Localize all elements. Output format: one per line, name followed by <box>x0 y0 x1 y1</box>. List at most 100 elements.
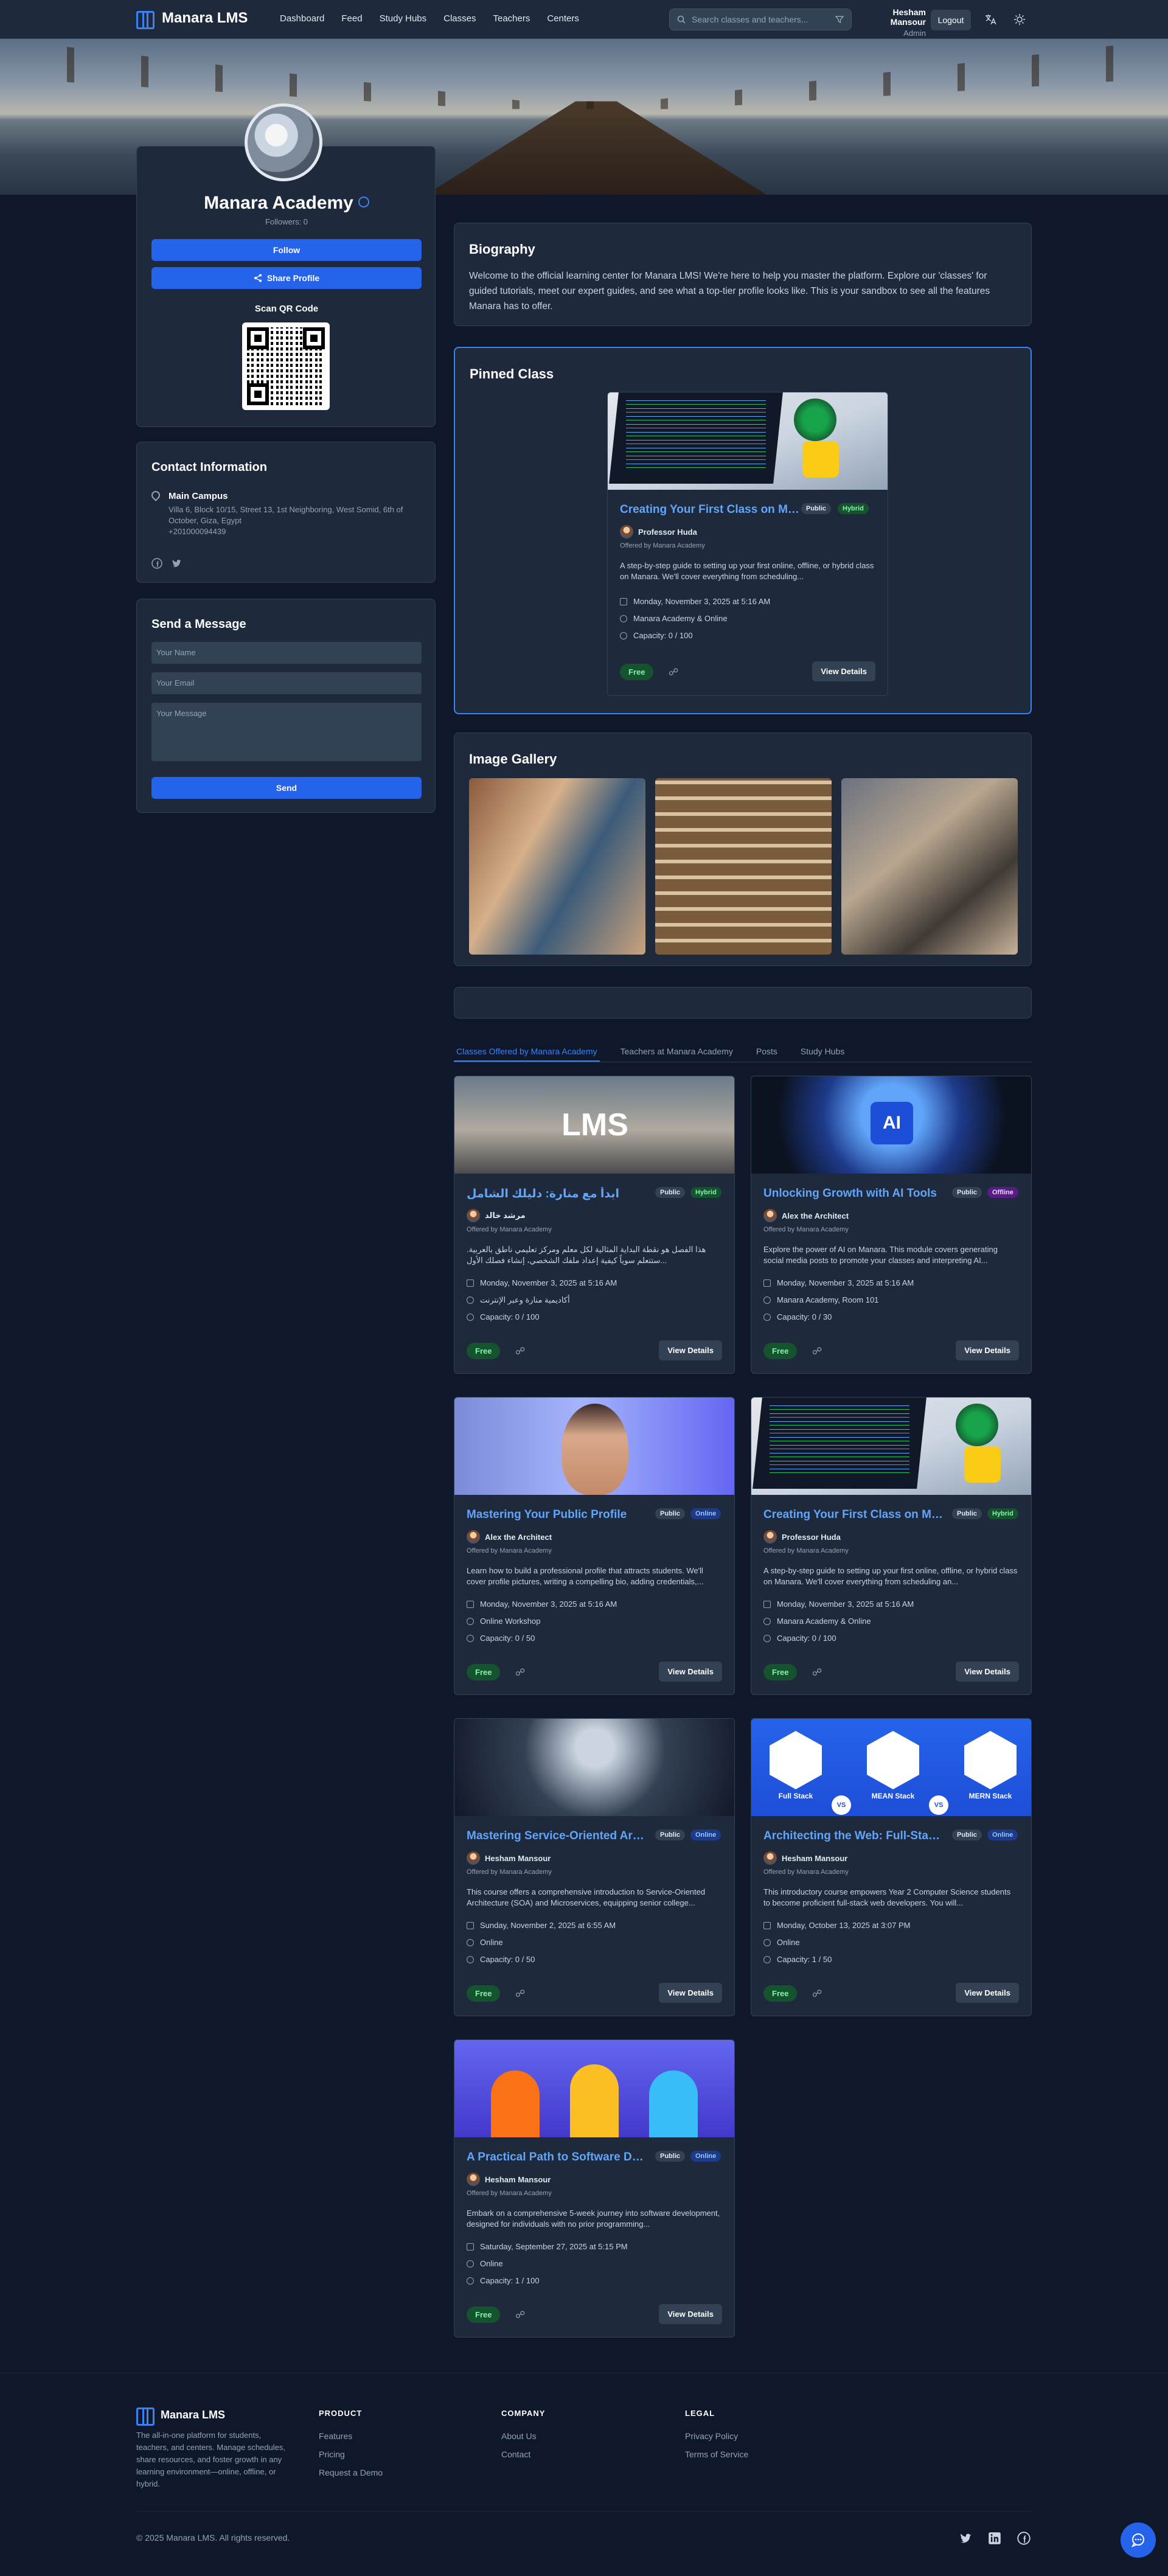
search-input[interactable]: Search classes and teachers... <box>669 9 852 30</box>
class-title[interactable]: Creating Your First Class on Manara <box>620 503 802 517</box>
tab-classes[interactable]: Classes Offered by Manara Academy <box>454 1040 600 1062</box>
email-field[interactable]: Your Email <box>151 672 422 694</box>
view-details-button[interactable]: View Details <box>659 1983 722 2003</box>
class-title[interactable]: ابدأ مع منارة: دليلك الشامل <box>467 1187 649 1201</box>
class-title[interactable]: Mastering Service-Oriented Architecture <box>467 1829 649 1843</box>
footer-company: COMPANY About Us Contact <box>501 2409 545 2468</box>
facebook-icon[interactable] <box>1017 2532 1031 2545</box>
message-field[interactable]: Your Message <box>151 703 422 761</box>
teacher-link[interactable]: Hesham Mansour <box>763 1851 847 1865</box>
send-button[interactable]: Send <box>151 777 422 799</box>
class-card[interactable]: Mastering Your Public Profile Public Onlin… <box>454 1397 735 1695</box>
class-date: Monday, October 13, 2025 at 3:07 PM <box>763 1921 910 1930</box>
class-date: Monday, November 3, 2025 at 5:16 AM <box>467 1278 617 1287</box>
facebook-icon[interactable] <box>151 558 162 569</box>
share-profile-button[interactable]: Share Profile <box>151 267 422 289</box>
offered-by: Offered by Manara Academy <box>763 1547 849 1554</box>
teacher-link[interactable]: Hesham Mansour <box>467 2173 551 2186</box>
class-card[interactable]: Mastering Service-Oriented Architecture P… <box>454 1718 735 2016</box>
twitter-icon[interactable] <box>171 558 182 569</box>
gallery-image[interactable] <box>469 778 645 955</box>
footer-link[interactable]: Request a Demo <box>319 2468 383 2477</box>
footer-link[interactable]: Contact <box>501 2449 545 2459</box>
calendar-icon <box>467 1921 474 1929</box>
view-details-button[interactable]: View Details <box>659 2304 722 2324</box>
nav-link-centers[interactable]: Centers <box>547 13 579 24</box>
share-icon[interactable]: ☍ <box>812 1988 822 2000</box>
nav-link-dashboard[interactable]: Dashboard <box>280 13 324 24</box>
tab-posts[interactable]: Posts <box>754 1040 780 1062</box>
user-menu[interactable]: Hesham Mansour Admin <box>858 7 926 38</box>
teacher-link[interactable]: Professor Huda <box>763 1530 841 1544</box>
view-details-button[interactable]: View Details <box>659 1662 722 1682</box>
tab-teachers[interactable]: Teachers at Manara Academy <box>618 1040 735 1062</box>
sun-icon[interactable] <box>1012 12 1027 27</box>
class-card[interactable]: LMS ابدأ مع منارة: دليلك الشامل Public Hybr… <box>454 1076 735 1374</box>
location-address: Villa 6, Block 10/15, Street 13, 1st Nei… <box>169 504 424 537</box>
teacher-link[interactable]: Alex the Architect <box>763 1209 849 1222</box>
twitter-icon[interactable] <box>959 2532 972 2545</box>
share-icon[interactable]: ☍ <box>812 1345 822 1357</box>
view-details-button[interactable]: View Details <box>956 1662 1019 1682</box>
filter-icon[interactable] <box>835 15 844 24</box>
view-details-button[interactable]: View Details <box>659 1340 722 1360</box>
nav-link-study-hubs[interactable]: Study Hubs <box>380 13 427 24</box>
address-text: Villa 6, Block 10/15, Street 13, 1st Nei… <box>169 505 403 525</box>
class-capacity: Capacity: 0 / 100 <box>620 631 693 640</box>
teacher-link[interactable]: Professor Huda <box>620 525 697 538</box>
brand-logo[interactable]: Manara LMS <box>136 10 248 29</box>
class-title[interactable]: Creating Your First Class on Manara <box>763 1508 946 1522</box>
class-title[interactable]: Mastering Your Public Profile <box>467 1508 649 1522</box>
class-capacity-text: Capacity: 0 / 100 <box>480 1312 540 1321</box>
class-card[interactable]: Creating Your First Class on Manara Publ… <box>607 392 888 696</box>
calendar-icon <box>467 2243 474 2251</box>
gallery-image[interactable] <box>655 778 832 955</box>
nav-link-teachers[interactable]: Teachers <box>493 13 530 24</box>
linkedin-icon[interactable] <box>988 2532 1001 2545</box>
class-image <box>454 1398 734 1495</box>
share-icon[interactable]: ☍ <box>515 1666 525 1679</box>
class-card[interactable]: A Practical Path to Software Development… <box>454 2039 735 2338</box>
contact-title: Contact Information <box>151 461 267 474</box>
class-card[interactable]: Full Stack MEAN Stack MERN Stack VS VS Archit… <box>751 1718 1032 2016</box>
footer-link[interactable]: Privacy Policy <box>685 2431 748 2441</box>
footer-link[interactable]: Features <box>319 2431 383 2441</box>
footer-link[interactable]: About Us <box>501 2431 545 2441</box>
class-description: This course offers a comprehensive intro… <box>467 1887 706 1907</box>
message-title: Send a Message <box>151 618 246 631</box>
share-icon[interactable]: ☍ <box>669 666 678 678</box>
nav-link-classes[interactable]: Classes <box>443 13 476 24</box>
name-field[interactable]: Your Name <box>151 642 422 664</box>
class-capacity: Capacity: 1 / 100 <box>467 2276 540 2285</box>
logout-button[interactable]: Logout <box>931 10 971 30</box>
share-icon[interactable]: ☍ <box>515 1988 525 2000</box>
class-card[interactable]: Creating Your First Class on Manara Publi… <box>751 1397 1032 1695</box>
price-badge: Free <box>763 1985 798 2002</box>
view-details-button[interactable]: View Details <box>956 1983 1019 2003</box>
teacher-link[interactable]: Alex the Architect <box>467 1530 552 1544</box>
footer-link[interactable]: Terms of Service <box>685 2449 748 2459</box>
class-card[interactable]: AI Unlocking Growth with AI Tools Public Of… <box>751 1076 1032 1374</box>
class-description: This introductory course empowers Year 2… <box>763 1887 1011 1907</box>
share-icon[interactable]: ☍ <box>515 2309 525 2321</box>
class-title[interactable]: A Practical Path to Software Development <box>467 2151 649 2164</box>
class-title[interactable]: Architecting the Web: Full-Stack Develop… <box>763 1829 946 1843</box>
tab-study-hubs[interactable]: Study Hubs <box>798 1040 847 1062</box>
view-details-button[interactable]: View Details <box>812 661 875 681</box>
translate-icon[interactable] <box>983 12 998 27</box>
footer-brand[interactable]: Manara LMS <box>136 2407 225 2426</box>
footer-link[interactable]: Pricing <box>319 2449 383 2459</box>
teacher-link[interactable]: Hesham Mansour <box>467 1851 551 1865</box>
share-icon[interactable]: ☍ <box>515 1345 525 1357</box>
class-title[interactable]: Unlocking Growth with AI Tools <box>763 1187 946 1200</box>
nav-link-feed[interactable]: Feed <box>341 13 362 24</box>
follow-button[interactable]: Follow <box>151 239 422 261</box>
teacher-link[interactable]: مرشد خالد <box>467 1209 526 1222</box>
chat-icon[interactable] <box>1121 2522 1156 2558</box>
share-icon[interactable]: ☍ <box>812 1666 822 1679</box>
view-details-button[interactable]: View Details <box>956 1340 1019 1360</box>
gallery-image[interactable] <box>841 778 1018 955</box>
teacher-name: Hesham Mansour <box>485 1853 551 1863</box>
class-capacity-text: Capacity: 1 / 100 <box>480 2276 540 2285</box>
location-icon <box>467 1938 474 1946</box>
